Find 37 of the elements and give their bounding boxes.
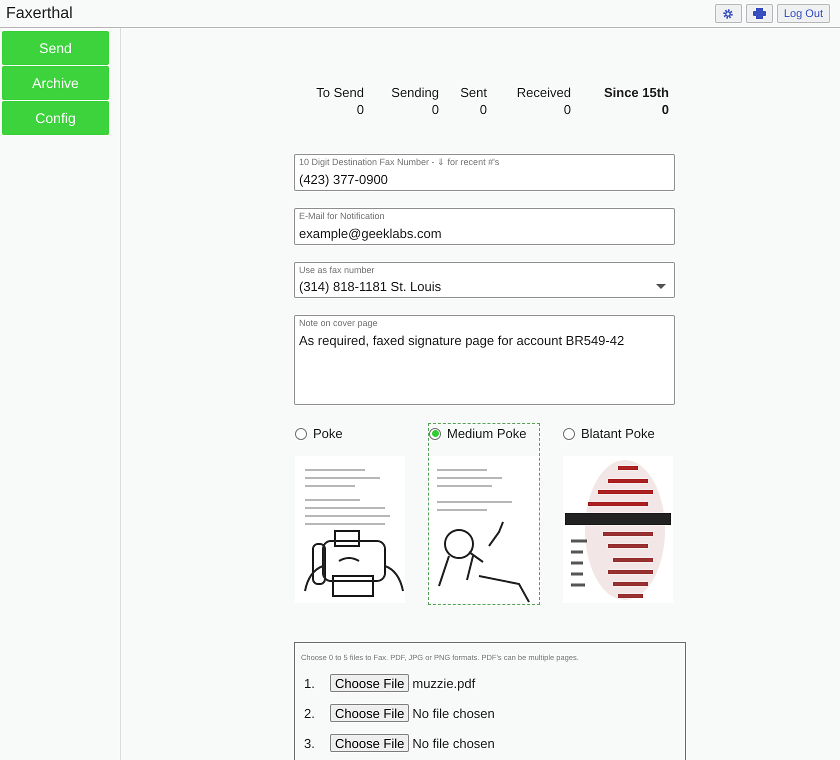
- row-number: 3.: [303, 736, 316, 750]
- radio-button[interactable]: [429, 428, 441, 440]
- style-radio[interactable]: Poke: [295, 424, 405, 442]
- fax-number-dropdown[interactable]: Use as fax number (314) 818-1181 St. Louis: [294, 262, 675, 298]
- style-radio[interactable]: Medium Poke: [429, 424, 539, 442]
- dropdown-caret-icon: [656, 284, 666, 288]
- stat-value: 0: [662, 102, 669, 117]
- dropdown-value: (314) 818-1181 St. Louis: [299, 278, 442, 294]
- choose-file-button[interactable]: Choose File: [330, 734, 410, 752]
- file-name: No file chosen: [412, 706, 495, 720]
- choose-file-button[interactable]: Choose File: [330, 674, 410, 692]
- field-label: Note on cover page: [299, 318, 378, 329]
- stat-label: Sending: [391, 85, 439, 100]
- file-name: muzzie.pdf: [412, 676, 476, 690]
- style-radio[interactable]: Blatant Poke: [563, 424, 673, 442]
- radio-button[interactable]: [563, 428, 575, 440]
- radio-button[interactable]: [295, 428, 307, 440]
- field-label: 10 Digit Destination Fax Number - ⇓ for recent #'s: [299, 157, 500, 168]
- row-number: 1.: [303, 676, 316, 690]
- choose-file-button[interactable]: Choose File: [330, 704, 410, 722]
- stat-value: 0: [480, 102, 487, 117]
- settings-icon: [722, 8, 734, 20]
- field-label: Use as fax number: [299, 265, 376, 276]
- print-button[interactable]: [746, 4, 773, 23]
- stat-value: 0: [356, 102, 364, 117]
- stat-label: Since 15th: [604, 85, 669, 100]
- field-label: E-Mail for Notification: [299, 211, 385, 222]
- stat-value: 0: [564, 102, 571, 117]
- stat-label: Received: [516, 85, 571, 100]
- stat-value: 0: [432, 102, 439, 117]
- logout-button[interactable]: Log Out: [776, 4, 830, 23]
- stat-label: Sent: [460, 85, 487, 100]
- app-title: Faxerthal: [6, 4, 73, 22]
- settings-button[interactable]: [714, 4, 742, 23]
- row-number: 2.: [303, 706, 316, 720]
- file-name: No file chosen: [412, 736, 495, 750]
- stat-label: To Send: [316, 85, 364, 100]
